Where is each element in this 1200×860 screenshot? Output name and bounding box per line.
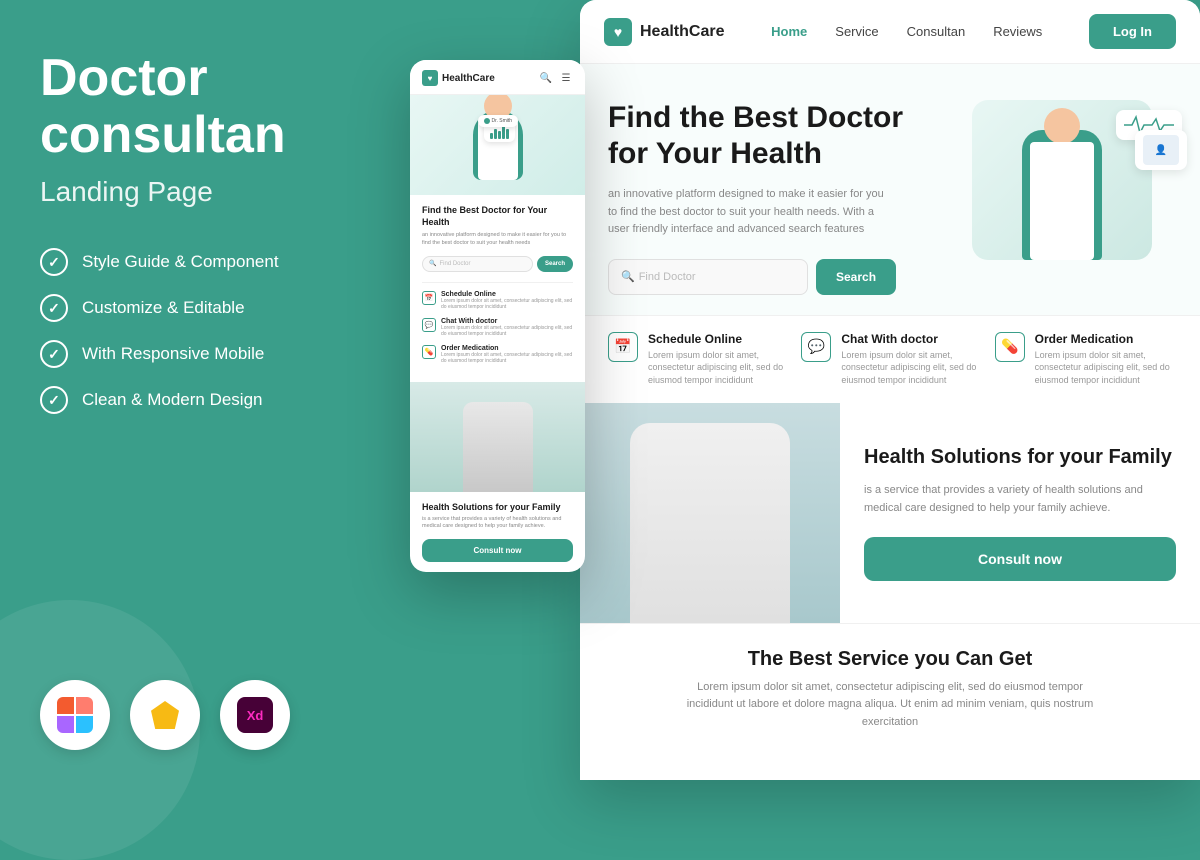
mobile-doctor-photo — [410, 382, 585, 492]
desktop-hero-text: Find the Best Doctor for Your Health an … — [608, 100, 972, 295]
desktop-logo: ♥ HealthCare — [604, 18, 724, 46]
main-title: Doctor consultan — [40, 50, 360, 164]
mobile-hero-desc: an innovative platform designed to make … — [422, 232, 573, 247]
medication-icon: 💊 — [422, 345, 436, 359]
desktop-find-doctor-input[interactable]: 🔍 Find Doctor — [608, 259, 808, 295]
mobile-header-icons: 🔍 ☰ — [539, 71, 573, 85]
nav-service[interactable]: Service — [835, 24, 878, 39]
desktop-features-row: 📅 Schedule Online Lorem ipsum dolor sit … — [580, 315, 1200, 403]
mobile-features-list: 📅 Schedule Online Lorem ipsum dolor sit … — [422, 282, 573, 365]
right-panel: ♥ HealthCare 🔍 ☰ — [400, 0, 1200, 800]
check-icon-2 — [40, 294, 68, 322]
nav-home[interactable]: Home — [771, 24, 807, 39]
desktop-header: ♥ HealthCare Home Service Consultan Revi… — [580, 0, 1200, 64]
doctor-silhouette — [463, 402, 533, 492]
mobile-search-bar: 🔍 Find Doctor Search — [422, 256, 573, 272]
desktop-screen: ♥ HealthCare Home Service Consultan Revi… — [580, 0, 1200, 780]
feature-list: Style Guide & Component Customize & Edit… — [40, 248, 360, 414]
check-icon-1 — [40, 248, 68, 276]
doctor-body-large — [630, 423, 790, 623]
desktop-feature-chat: 💬 Chat With doctor Lorem ipsum dolor sit… — [801, 332, 978, 387]
mobile-hero-title: Find the Best Doctor for Your Health — [422, 205, 573, 228]
feature-item-4: Clean & Modern Design — [40, 386, 360, 414]
mobile-consult-button[interactable]: Consult now — [422, 539, 573, 562]
mobile-doctor-image — [410, 382, 585, 492]
desktop-logo-icon: ♥ — [604, 18, 632, 46]
desktop-doctor-coat — [1030, 142, 1094, 260]
feature-item-2: Customize & Editable — [40, 294, 360, 322]
left-panel: Doctor consultan Landing Page Style Guid… — [0, 0, 400, 800]
check-icon-4 — [40, 386, 68, 414]
mobile-family-section: Health Solutions for your Family is a se… — [410, 492, 585, 572]
tool-icons: Xd — [40, 680, 360, 750]
desktop-nav: Home Service Consultan Reviews — [771, 24, 1042, 39]
sketch-icon — [130, 680, 200, 750]
desktop-consult-button[interactable]: Consult now — [864, 537, 1176, 581]
schedule-icon: 📅 — [422, 291, 436, 305]
desktop-doctor-figure — [1022, 130, 1102, 260]
mobile-feature-medication: 💊 Order Medication Lorem ipsum dolor sit… — [422, 345, 573, 365]
desktop-service-desc: Lorem ipsum dolor sit amet, consectetur … — [680, 679, 1100, 732]
desktop-search-button[interactable]: Search — [816, 259, 896, 295]
desktop-hero-title: Find the Best Doctor for Your Health — [608, 100, 972, 172]
page-subtitle: Landing Page — [40, 176, 360, 208]
floating-profile-card: 👤 — [1135, 130, 1187, 170]
schedule-feature-icon: 📅 — [608, 332, 638, 362]
feature-item-1: Style Guide & Component — [40, 248, 360, 276]
mobile-family-title: Health Solutions for your Family — [422, 502, 573, 512]
xd-icon: Xd — [220, 680, 290, 750]
desktop-doc-silhouette — [580, 403, 840, 623]
mobile-content: Find the Best Doctor for Your Health an … — [410, 195, 585, 382]
left-content: Doctor consultan Landing Page Style Guid… — [40, 50, 360, 464]
login-button[interactable]: Log In — [1089, 14, 1176, 49]
desktop-hero-desc: an innovative platform designed to make … — [608, 186, 888, 239]
floating-card-profile: Dr. Smith — [478, 115, 519, 127]
desktop-doctor-photo — [580, 403, 840, 623]
mobile-feature-schedule: 📅 Schedule Online Lorem ipsum dolor sit … — [422, 291, 573, 311]
feature-item-3: With Responsive Mobile — [40, 340, 360, 368]
desktop-hero: Find the Best Doctor for Your Health an … — [580, 64, 1200, 315]
mobile-logo: ♥ HealthCare — [422, 70, 495, 86]
desktop-health-section: Health Solutions for your Family is a se… — [580, 403, 1200, 623]
chat-icon: 💬 — [422, 318, 436, 332]
desktop-service-section: The Best Service you Can Get Lorem ipsum… — [580, 623, 1200, 756]
search-icon[interactable]: 🔍 — [539, 71, 553, 85]
desktop-health-text: Health Solutions for your Family is a se… — [840, 403, 1200, 623]
desktop-health-title: Health Solutions for your Family — [864, 444, 1176, 470]
mobile-family-desc: is a service that provides a variety of … — [422, 516, 573, 531]
desktop-service-title: The Best Service you Can Get — [608, 648, 1172, 671]
figma-icon — [40, 680, 110, 750]
mobile-feature-chat: 💬 Chat With doctor Lorem ipsum dolor sit… — [422, 318, 573, 338]
desktop-feature-medication: 💊 Order Medication Lorem ipsum dolor sit… — [995, 332, 1172, 387]
doctor-illustration: Dr. Smith — [473, 110, 523, 180]
desktop-search-row: 🔍 Find Doctor Search — [608, 259, 972, 295]
mobile-header: ♥ HealthCare 🔍 ☰ — [410, 60, 585, 95]
desktop-health-desc: is a service that provides a variety of … — [864, 482, 1176, 517]
nav-reviews[interactable]: Reviews — [993, 24, 1042, 39]
mobile-find-doctor-input[interactable]: 🔍 Find Doctor — [422, 256, 533, 272]
mobile-screen: ♥ HealthCare 🔍 ☰ — [410, 60, 585, 572]
chat-feature-icon: 💬 — [801, 332, 831, 362]
menu-icon[interactable]: ☰ — [559, 71, 573, 85]
mobile-hero-image: Dr. Smith — [410, 95, 585, 195]
mobile-logo-icon: ♥ — [422, 70, 438, 86]
desktop-doctor-head — [1044, 108, 1080, 144]
check-icon-3 — [40, 340, 68, 368]
nav-consultan[interactable]: Consultan — [907, 24, 966, 39]
medication-feature-icon: 💊 — [995, 332, 1025, 362]
desktop-feature-schedule: 📅 Schedule Online Lorem ipsum dolor sit … — [608, 332, 785, 387]
desktop-hero-illustration: 👤 — [972, 100, 1172, 280]
mobile-search-button[interactable]: Search — [537, 256, 573, 272]
